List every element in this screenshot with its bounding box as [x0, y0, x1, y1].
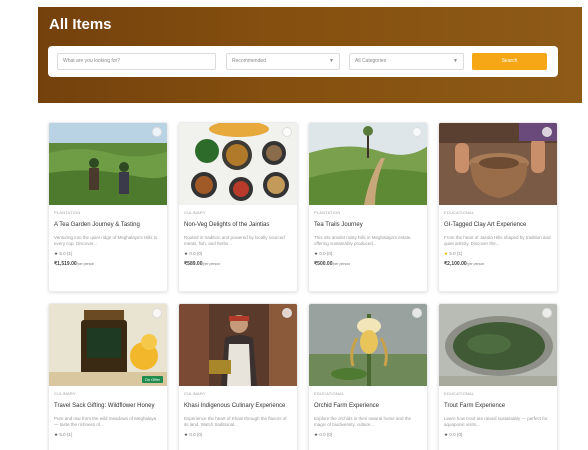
item-card[interactable]: EDUCATIONAL GI-Tagged Clay Art Experienc…: [438, 122, 558, 292]
card-rating-value: 5.0 (1): [59, 432, 73, 437]
star-icon: ★: [54, 251, 59, 256]
star-icon: ★: [314, 251, 319, 256]
star-icon: ★: [444, 432, 449, 437]
heart-icon[interactable]: [412, 308, 422, 318]
card-title: Trout Farm Experience: [444, 403, 506, 409]
card-image-food-platter: [179, 123, 297, 205]
star-icon: ★: [444, 251, 449, 256]
item-card[interactable]: EDUCATIONAL Trout Farm Experience Learn …: [438, 303, 558, 450]
star-icon: ★: [184, 432, 189, 437]
card-rating-value: 5.0 (1): [449, 251, 463, 256]
category-select[interactable]: All Categories ▼: [349, 53, 464, 70]
card-rating: ★ 5.0 (1): [444, 251, 552, 257]
card-description: From the heart of Jaintia Hills shaped b…: [444, 235, 551, 246]
card-price-unit: /per person: [202, 262, 221, 266]
card-description: This sits amidst misty hills in Meghalay…: [314, 235, 412, 246]
item-card[interactable]: PLANTATION A Tea Garden Journey & Tastin…: [48, 122, 168, 292]
card-price-unit: /per person: [76, 262, 95, 266]
item-card[interactable]: EDUCATIONAL Orchid Farm Experience Explo…: [308, 303, 428, 450]
search-panel: What are you looking for? Recommended ▼ …: [48, 46, 558, 77]
heart-icon[interactable]: [152, 308, 162, 318]
card-category: EDUCATIONAL: [314, 391, 345, 396]
card-category: PLANTATION: [314, 210, 341, 215]
card-rating: ★ 0.0 (0): [184, 432, 292, 438]
card-image-tea-hill-path: [309, 123, 427, 205]
heart-icon[interactable]: [152, 127, 162, 137]
item-card[interactable]: On Offer CULINARY Travel Sack Gifting: W…: [48, 303, 168, 450]
card-title: GI-Tagged Clay Art Experience: [444, 222, 527, 228]
card-title: Khasi Indigenous Culinary Experience: [184, 403, 286, 409]
card-image-tea-garden: [49, 123, 167, 205]
card-category: CULINARY: [184, 210, 206, 215]
card-rating-value: 0.0 (0): [319, 251, 333, 256]
card-description: Experience the heart of Khasi through th…: [184, 416, 287, 427]
star-icon: ★: [54, 432, 59, 437]
card-rating: ★ 0.0 (0): [444, 432, 552, 438]
card-price-value: ₹2,100.00: [444, 261, 467, 267]
item-card[interactable]: CULINARY Non-Veg Delights of the Jaintia…: [178, 122, 298, 292]
card-rating: ★ 0.0 (0): [314, 432, 422, 438]
item-card[interactable]: CULINARY Khasi Indigenous Culinary Exper…: [178, 303, 298, 450]
card-price-value: ₹589.00: [184, 261, 203, 267]
heart-icon[interactable]: [542, 308, 552, 318]
heart-icon[interactable]: [412, 127, 422, 137]
card-rating-value: 0.0 (0): [319, 432, 333, 437]
heart-icon[interactable]: [282, 308, 292, 318]
card-title: Non-Veg Delights of the Jaintias: [184, 222, 270, 228]
chevron-down-icon: ▼: [329, 58, 334, 64]
card-category: EDUCATIONAL: [444, 391, 475, 396]
card-rating: ★ 5.0 (1): [54, 432, 162, 438]
card-title: A Tea Garden Journey & Tasting: [54, 222, 140, 228]
search-input[interactable]: What are you looking for?: [57, 53, 216, 70]
card-price: ₹500.00/per person: [314, 261, 422, 267]
card-price: ₹1,519.00/per person: [54, 261, 162, 267]
heart-icon[interactable]: [542, 127, 552, 137]
card-rating-value: 0.0 (0): [189, 432, 203, 437]
page-title: All Items: [49, 16, 112, 33]
card-rating: ★ 0.0 (0): [184, 251, 292, 257]
card-rating-value: 0.0 (0): [449, 432, 463, 437]
offer-badge: On Offer: [141, 376, 163, 383]
card-price-value: ₹500.00: [314, 261, 333, 267]
card-price: ₹589.00/per person: [184, 261, 292, 267]
card-image-honey-jar: On Offer: [49, 304, 167, 386]
card-title: Orchid Farm Experience: [314, 403, 380, 409]
card-image-orchid: [309, 304, 427, 386]
card-description: Rooted in tradition and powered by local…: [184, 235, 285, 246]
card-price-unit: /per person: [466, 262, 485, 266]
card-description: Learn how trout are raised sustainably —…: [444, 416, 548, 427]
heart-icon[interactable]: [282, 127, 292, 137]
card-rating-value: 5.0 (1): [59, 251, 73, 256]
hero-banner: All Items What are you looking for? Reco…: [38, 7, 582, 103]
card-category: PLANTATION: [54, 210, 81, 215]
card-title: Travel Sack Gifting: Wildflower Honey: [54, 403, 155, 409]
card-price: ₹2,100.00/per person: [444, 261, 552, 267]
category-select-value: All Categories: [355, 58, 387, 64]
card-category: CULINARY: [54, 391, 76, 396]
card-price-unit: /per person: [332, 262, 351, 266]
card-category: CULINARY: [184, 391, 206, 396]
sort-select-value: Recommended: [232, 58, 266, 64]
card-description: Venturing into the quiet ridge of Meghal…: [54, 235, 158, 246]
search-button[interactable]: Search: [472, 53, 547, 70]
card-image-trout-pond: [439, 304, 557, 386]
card-title: Tea Trails Journey: [314, 222, 363, 228]
chevron-down-icon: ▼: [453, 58, 458, 64]
card-description: Explore the orchids in their natural hom…: [314, 416, 412, 427]
card-description: Pure and raw from the wild meadows of Me…: [54, 416, 157, 427]
card-rating: ★ 0.0 (0): [314, 251, 422, 257]
card-price-value: ₹1,519.00: [54, 261, 77, 267]
star-icon: ★: [184, 251, 189, 256]
card-rating-value: 0.0 (0): [189, 251, 203, 256]
sort-select[interactable]: Recommended ▼: [226, 53, 340, 70]
star-icon: ★: [314, 432, 319, 437]
item-card[interactable]: PLANTATION Tea Trails Journey This sits …: [308, 122, 428, 292]
card-category: EDUCATIONAL: [444, 210, 475, 215]
card-rating: ★ 5.0 (1): [54, 251, 162, 257]
card-image-clay-pottery: [439, 123, 557, 205]
card-image-cook: [179, 304, 297, 386]
